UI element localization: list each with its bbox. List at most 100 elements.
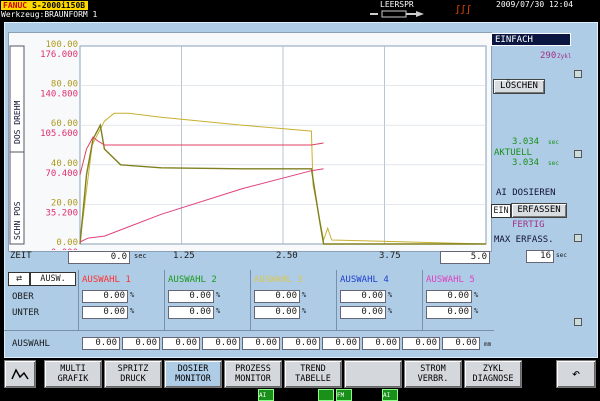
graph-icon — [11, 368, 29, 380]
datetime: 2009/07/30 12:04 — [496, 0, 574, 9]
top-status-bar: FANUC S-2000i150B Werkzeug:BRAUNFORM 1 L… — [0, 0, 600, 20]
y-tick-red-5: 0.000 — [51, 248, 78, 250]
tool-info: Werkzeug:BRAUNFORM 1 — [1, 10, 97, 19]
ober-pct-2: % — [216, 291, 221, 299]
col-header-1[interactable]: AUSWAHL 1 — [82, 275, 131, 285]
erfassen-button[interactable]: ERFASSEN — [511, 203, 567, 218]
x-tick-3: 3.75 — [379, 251, 401, 261]
auswahl-value-4[interactable]: 0.00 — [202, 337, 240, 350]
fm-status-icon: FM — [336, 389, 352, 401]
auswahl-value-6[interactable]: 0.00 — [282, 337, 320, 350]
swap-icon[interactable]: ⇄ — [8, 272, 30, 286]
softkey-dosier-monitor[interactable]: DOSIER MONITOR — [164, 360, 222, 388]
werkzeug-value: BRAUNFORM 1 — [44, 10, 98, 19]
auswahl-value-9[interactable]: 0.00 — [402, 337, 440, 350]
softkey-prozess-monitor[interactable]: PROZESS MONITOR — [224, 360, 282, 388]
x-axis-row: ZEIT 0.0 sec 1.25 2.50 3.75 5.0 — [8, 251, 490, 264]
x-tick-1: 1.25 — [173, 251, 195, 261]
werkzeug-label: Werkzeug: — [1, 10, 45, 19]
graph-icon-key[interactable] — [4, 360, 36, 388]
auswahl-value-10[interactable]: 0.00 — [442, 337, 480, 350]
y-tick-red-1: 140.800 — [40, 90, 78, 100]
axis-label-dos-drehm: DOS DREHM — [13, 100, 22, 144]
x-start-value[interactable]: 0.0 — [68, 251, 130, 264]
return-icon: ↶ — [571, 366, 581, 382]
unter-value-4[interactable]: 0.00 — [340, 306, 386, 319]
auswahl-unit: mm — [484, 341, 492, 348]
cycle-count: 290 — [540, 51, 557, 61]
col-header-3[interactable]: AUSWAHL 3 — [254, 275, 303, 285]
softkey-spritz-druck[interactable]: SPRITZ DRUCK — [104, 360, 162, 388]
unter-pct-1: % — [130, 307, 135, 315]
unter-pct-2: % — [216, 307, 221, 315]
auswahl-value-1[interactable]: 0.00 — [82, 337, 120, 350]
ober-pct-1: % — [130, 291, 135, 299]
col-header-2[interactable]: AUSWAHL 2 — [168, 275, 217, 285]
brand-name: FANUC — [1, 1, 30, 10]
chart-svg: DOS DREHM SCHN POS 100.00 80.00 60.00 40.00… — [9, 40, 487, 250]
time-value-top: 3.034 — [512, 137, 540, 147]
softkey-strom-verbr[interactable]: STROM VERBR. — [404, 360, 462, 388]
side-markers — [574, 70, 582, 326]
softkey-trend-tabelle[interactable]: TREND TABELLE — [284, 360, 342, 388]
ober-pct-4: % — [388, 291, 393, 299]
auswahl-value-8[interactable]: 0.00 — [362, 337, 400, 350]
loeschen-button[interactable]: LÖSCHEN — [493, 79, 545, 94]
auswahl-value-7[interactable]: 0.00 — [322, 337, 360, 350]
ai-status-icon: AI — [258, 389, 274, 401]
axis-label-schn-pos: SCHN POS — [13, 201, 22, 240]
y-tick-red-3: 70.400 — [45, 169, 78, 179]
ein-button[interactable]: EIN — [491, 204, 511, 218]
ai-dosieren-label: AI DOSIEREN — [496, 188, 556, 198]
unter-value-5[interactable]: 0.00 — [426, 306, 472, 319]
y-tick-red-0: 176.000 — [40, 50, 78, 60]
unter-pct-5: % — [474, 307, 479, 315]
softkey-zykl-diagnose[interactable]: ZYKL DIAGNOSE — [464, 360, 522, 388]
ober-value-5[interactable]: 0.00 — [426, 290, 472, 303]
auswahl-value-5[interactable]: 0.00 — [242, 337, 280, 350]
ober-value-1[interactable]: 0.00 — [82, 290, 128, 303]
y-tick-red-4: 35.200 — [45, 208, 78, 218]
auswahl-value-2[interactable]: 0.00 — [122, 337, 160, 350]
y-tick-olive-4: 20.00 — [51, 198, 78, 208]
x-end-value[interactable]: 5.0 — [440, 251, 490, 264]
return-icon-key[interactable]: ↶ — [556, 360, 596, 388]
max-erfass-value[interactable]: 16 — [526, 250, 554, 263]
softkey-empty[interactable] — [344, 360, 402, 388]
ober-pct-3: % — [302, 291, 307, 299]
heater-icon: ʃʃʃ — [455, 5, 472, 15]
softkey-bar: MULTI GRAFIK SPRITZ DRUCK DOSIER MONITOR PR… — [0, 358, 600, 388]
x-start-unit: sec — [134, 252, 147, 260]
auswahl-label: AUSWAHL — [12, 339, 50, 349]
machine-model: S-2000i150B — [29, 1, 89, 10]
fertig-status: FERTIG — [512, 220, 545, 230]
ai-status-icon-2: AI — [382, 389, 398, 401]
y-tick-olive-3: 40.00 — [51, 159, 78, 169]
unter-value-3[interactable]: 0.00 — [254, 306, 300, 319]
cycle-unit: Zykl — [557, 53, 572, 60]
y-tick-olive-5: 0.00 — [56, 238, 78, 248]
col-header-5[interactable]: AUSWAHL 5 — [426, 275, 475, 285]
aktuell-label: AKTUELL — [494, 148, 532, 158]
ober-value-4[interactable]: 0.00 — [340, 290, 386, 303]
y-tick-olive-2: 60.00 — [51, 119, 78, 129]
selection-table: ⇄ AUSW. AUSWAHL 1 AUSWAHL 2 AUSWAHL 3 AU… — [4, 268, 494, 358]
ober-value-2[interactable]: 0.00 — [168, 290, 214, 303]
unter-label: UNTER — [12, 308, 40, 318]
auswahl-value-3[interactable]: 0.00 — [162, 337, 200, 350]
col-header-4[interactable]: AUSWAHL 4 — [340, 275, 389, 285]
unter-pct-4: % — [388, 307, 393, 315]
unter-pct-3: % — [302, 307, 307, 315]
time-value-aktuell: 3.034 — [512, 158, 540, 168]
injection-unit-icon — [370, 10, 424, 18]
time-unit-aktuell: sec — [548, 160, 559, 167]
ober-value-3[interactable]: 0.00 — [254, 290, 300, 303]
max-erfass-label: MAX ERFASS. — [494, 235, 554, 245]
unter-value-2[interactable]: 0.00 — [168, 306, 214, 319]
max-erfass-unit: sec — [556, 252, 567, 259]
mode-display[interactable]: EINFACH — [491, 33, 571, 46]
unter-value-1[interactable]: 0.00 — [82, 306, 128, 319]
ausw-button[interactable]: AUSW. — [30, 272, 76, 286]
softkey-multi-grafik[interactable]: MULTI GRAFIK — [44, 360, 102, 388]
x-tick-2: 2.50 — [276, 251, 298, 261]
